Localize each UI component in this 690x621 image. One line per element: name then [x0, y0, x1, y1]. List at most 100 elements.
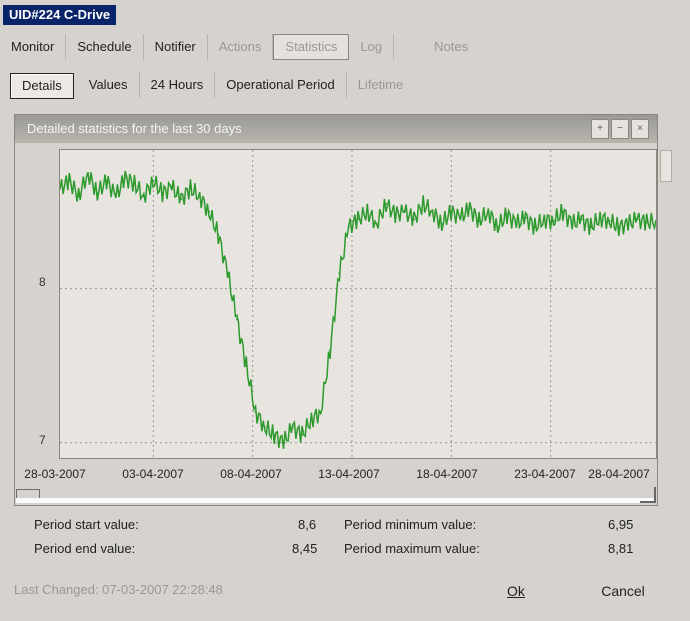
data-point — [86, 172, 89, 175]
last-changed-text: Last Changed: 07-03-2007 22:28:48 — [14, 582, 223, 597]
data-point — [198, 195, 201, 198]
x-tick-label: 28-03-2007 — [24, 467, 86, 481]
data-point — [235, 318, 238, 321]
data-point — [142, 195, 145, 198]
sub-tabs: Details Values 24 Hours Operational Peri… — [0, 72, 414, 100]
data-point — [347, 226, 350, 228]
cancel-button[interactable]: Cancel — [588, 578, 658, 604]
window-title: UID#224 C-Drive — [3, 5, 117, 25]
data-point — [338, 272, 341, 275]
statistics-panel: Detailed statistics for the last 30 days… — [14, 114, 658, 506]
data-point — [273, 433, 276, 436]
data-point — [459, 216, 462, 219]
period-start-value: 8,6 — [298, 517, 317, 532]
period-min-value: 6,95 — [608, 517, 634, 532]
data-point — [133, 182, 136, 185]
data-point — [394, 213, 397, 216]
horizontal-scrollbar[interactable] — [16, 487, 656, 503]
scroll-track[interactable] — [16, 498, 656, 503]
data-point — [608, 219, 611, 222]
data-point — [180, 198, 183, 201]
data-point — [124, 176, 127, 179]
reset-view-icon[interactable]: × — [631, 119, 649, 139]
subtab-lifetime[interactable]: Lifetime — [347, 72, 415, 98]
x-tick-label: 18-04-2007 — [416, 467, 478, 481]
subtab-24-hours[interactable]: 24 Hours — [140, 72, 216, 98]
period-max-value: 8,81 — [608, 541, 634, 556]
subtab-details[interactable]: Details — [10, 73, 74, 99]
data-point — [599, 216, 602, 219]
data-point — [645, 221, 648, 224]
main-tabs: Monitor Schedule Notifier Actions Statis… — [0, 34, 479, 62]
data-point — [524, 216, 527, 219]
data-point — [375, 222, 378, 225]
tab-actions[interactable]: Actions — [208, 34, 274, 60]
data-point — [152, 179, 155, 182]
period-end-value: 8,45 — [292, 541, 318, 556]
tab-log[interactable]: Log — [349, 34, 395, 60]
data-point — [263, 426, 266, 429]
tab-notes[interactable]: Notes — [394, 34, 479, 60]
title-bar: UID#224 C-Drive — [0, 0, 690, 30]
data-point — [384, 202, 387, 205]
data-point — [114, 195, 117, 198]
data-point — [189, 187, 192, 190]
data-point — [77, 195, 80, 198]
data-point — [217, 233, 220, 236]
data-point — [105, 179, 108, 182]
data-point — [478, 219, 481, 222]
data-point — [68, 179, 71, 182]
data-point — [515, 222, 518, 225]
data-point — [329, 349, 332, 352]
data-point — [543, 218, 546, 221]
tab-statistics[interactable]: Statistics — [273, 34, 350, 60]
x-tick-label: 13-04-2007 — [318, 467, 380, 481]
zoom-in-icon[interactable]: + — [591, 119, 609, 139]
data-point — [319, 410, 322, 413]
x-tick-label: 08-04-2007 — [220, 467, 282, 481]
tab-notifier[interactable]: Notifier — [144, 34, 208, 60]
data-point — [422, 202, 425, 205]
period-end-label: Period end value: — [34, 541, 136, 556]
panel-title: Detailed statistics for the last 30 days — [27, 121, 242, 136]
data-point — [254, 410, 257, 413]
data-point — [571, 222, 574, 225]
subtab-operational-period[interactable]: Operational Period — [215, 72, 347, 98]
series-line — [59, 170, 657, 449]
period-start-label: Period start value: — [34, 517, 139, 532]
data-point — [161, 192, 164, 195]
tab-schedule[interactable]: Schedule — [66, 34, 144, 60]
zoom-out-icon[interactable]: − — [611, 119, 629, 139]
data-point — [431, 210, 434, 213]
data-point — [506, 213, 508, 216]
period-max-label: Period maximum value: — [344, 541, 480, 556]
y-tick-label: 7 — [39, 433, 46, 447]
data-point — [552, 219, 555, 222]
data-point — [170, 185, 173, 188]
x-axis-ticks: 28-03-2007 03-04-2007 08-04-2007 13-04-2… — [15, 467, 657, 485]
x-tick-label: 28-04-2007 — [588, 467, 650, 481]
data-point — [208, 210, 210, 213]
ok-button[interactable]: Ok — [496, 578, 536, 604]
data-point — [366, 210, 369, 213]
scroll-end-marker — [640, 487, 656, 503]
x-tick-label: 23-04-2007 — [514, 467, 576, 481]
vertical-scrollbar[interactable] — [660, 150, 672, 182]
panel-header: Detailed statistics for the last 30 days… — [15, 115, 657, 143]
data-point — [245, 364, 248, 367]
data-point — [636, 218, 639, 221]
data-point — [450, 210, 453, 213]
data-point — [580, 218, 583, 221]
data-point — [561, 210, 564, 213]
data-point — [282, 441, 285, 444]
subtab-values[interactable]: Values — [78, 72, 140, 98]
y-tick-label: 8 — [39, 275, 46, 289]
data-point — [617, 226, 620, 228]
tab-monitor[interactable]: Monitor — [0, 34, 67, 60]
line-chart — [59, 150, 657, 458]
ok-button-label: Ok — [507, 583, 525, 599]
data-point — [487, 210, 490, 213]
data-point — [533, 226, 536, 228]
data-point — [96, 192, 99, 195]
chart-plot-area[interactable] — [59, 149, 657, 459]
